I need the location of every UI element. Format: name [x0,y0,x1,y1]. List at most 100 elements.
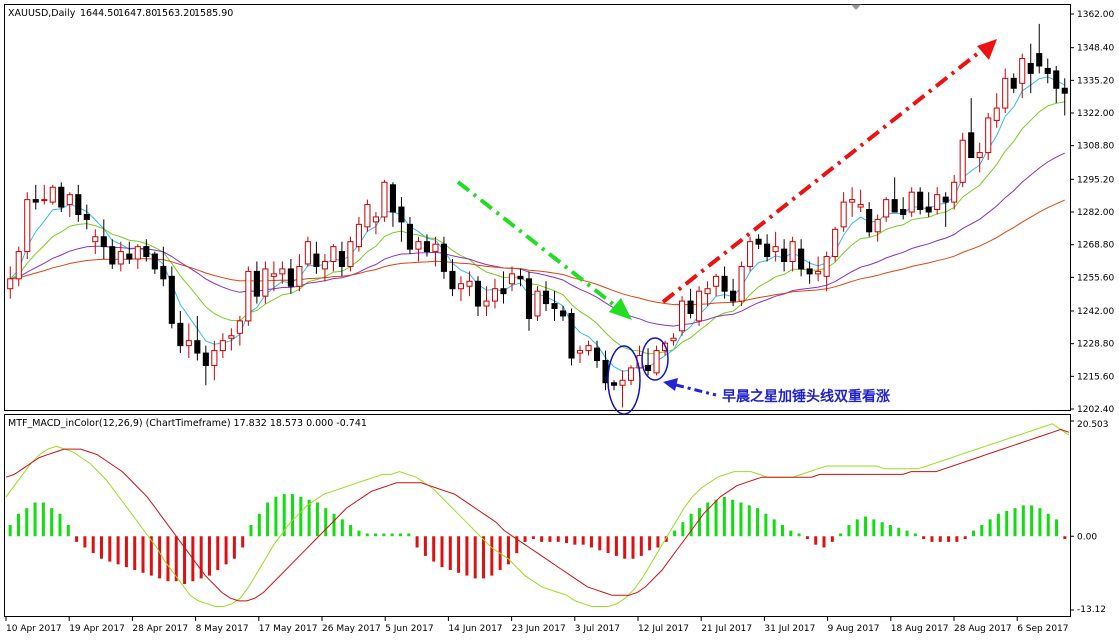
candle-body [704,288,711,295]
candle [355,216,362,252]
candle-body [1061,87,1068,94]
candle-body [653,350,660,374]
candle [832,226,839,262]
time-tick-label: 17 May 2017 [259,624,318,634]
candle [177,310,184,354]
candle [168,266,175,329]
candle-body [185,340,192,347]
candle [389,182,396,227]
candle-body [432,243,439,253]
macd-axis: 20.503 0.00 -13.12 [1070,420,1109,615]
candle-body [610,382,618,386]
candle [24,192,31,260]
histogram-bar-positive [739,502,743,537]
candle [1002,68,1009,113]
candle [457,276,465,302]
candle [670,333,677,346]
histogram-bar-negative [141,536,145,573]
pattern-pointer-line [675,383,717,397]
time-tick-label: 18 Aug 2017 [891,624,949,634]
candle [993,93,1000,128]
candle-body [126,253,133,260]
histogram-bar-negative [440,536,444,568]
histogram-bar-positive [971,530,975,537]
histogram-bar-negative [947,536,951,542]
price-tick-label: 1228.80 [1077,340,1114,350]
histogram-bar-negative [589,536,593,548]
candle-body [542,290,550,305]
pattern-highlights: 早晨之星加锤头线双重看涨 [607,337,890,415]
histogram-bar-negative [955,536,959,542]
time-tick-label: 9 Aug 2017 [828,624,880,634]
candle-body [730,290,737,302]
histogram-bar-negative [814,536,818,545]
histogram-bar-negative [648,536,652,551]
histogram-bar-negative [166,536,170,582]
candle-body [645,364,652,371]
candle-body [866,209,873,233]
candle [398,197,405,242]
candle-body [406,223,413,250]
histogram-bar-positive [299,496,303,537]
candle-body [679,300,686,332]
candle-body [117,251,124,265]
candles [7,23,1068,408]
candle-body [211,350,218,366]
histogram-bar-positive [407,533,411,537]
candle-body [517,275,524,280]
histogram-bar-negative [108,536,112,562]
candle-body [568,312,575,359]
price-tick-label: 1362.00 [1077,10,1114,20]
price-tick-label: 1348.40 [1077,44,1114,54]
candle-body [500,288,507,295]
candle [109,239,116,269]
histogram-bar-negative [556,536,560,542]
histogram-bar-negative [207,536,211,576]
histogram-bar-negative [631,536,635,559]
histogram-bar-negative [963,536,967,540]
candle [934,187,941,215]
histogram-bar-positive [764,513,768,537]
candle [508,266,516,292]
candle [985,112,992,161]
candle [866,202,873,237]
histogram-bar-negative [822,536,826,548]
candle [143,239,150,262]
ohlc-close: 1585.90 [194,8,233,19]
candle-body [270,273,277,277]
candle [415,236,422,262]
histogram-bar-positive [1021,505,1025,537]
candle-body [245,270,252,322]
histogram-bar-positive [1046,513,1050,537]
shift-marker-icon[interactable] [851,4,861,11]
candle-body [687,300,694,314]
histogram-bar-negative [598,536,602,551]
candle [738,261,745,307]
candle [66,192,73,217]
candle [32,184,39,210]
histogram-bar-negative [241,536,245,548]
histogram-bar-positive [25,508,29,537]
candle-body [993,107,1000,121]
candle [874,214,881,242]
ma-fast-line [9,76,1065,372]
histogram-bar-positive [980,525,984,537]
histogram-bar-positive [747,505,751,537]
histogram-bar-negative [805,536,809,540]
histogram-bar-negative [639,536,643,556]
candle [883,197,890,222]
candle-body [747,241,754,267]
candle-body [415,241,422,250]
candle [483,286,490,316]
price-tick-label: 1322.00 [1077,109,1114,119]
time-tick-label: 5 Jun 2017 [385,624,433,634]
histogram-bar-positive [33,502,37,537]
histogram-bar-positive [996,513,1000,537]
candle-body [789,241,796,262]
candle [525,271,533,331]
histogram-bar-negative [448,536,452,570]
histogram-bar-positive [1030,505,1034,537]
candle [100,219,107,260]
histogram-bar-negative [423,536,427,556]
histogram-bar-negative [606,536,610,554]
